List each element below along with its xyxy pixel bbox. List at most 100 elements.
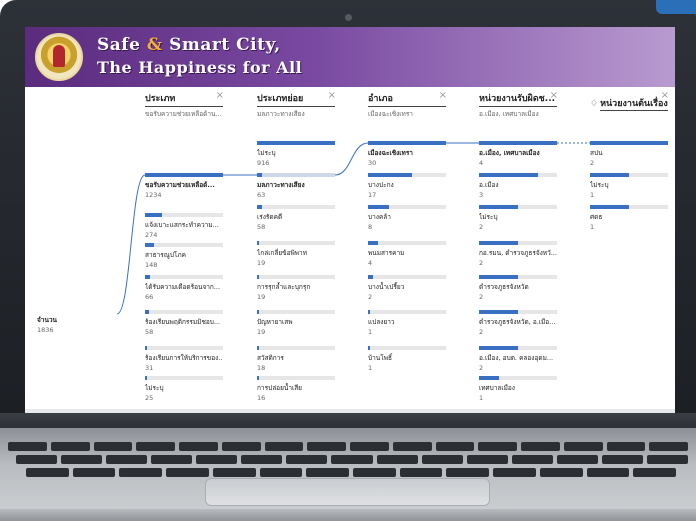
tree-node[interactable]: การรุกล้ำและบุกรุก 19: [257, 275, 335, 301]
bar-track: [257, 173, 335, 177]
bar-track: [257, 346, 335, 350]
bar-track: [368, 205, 446, 209]
tree-node[interactable]: แจ้งเบาะแสกระทำความ... 274: [145, 213, 223, 239]
tree-node[interactable]: บางน้ำเปรี้ยว 2: [368, 275, 446, 301]
column-header-1[interactable]: ประเภทย่อย × มลภาวะทางเสียง: [257, 90, 336, 119]
node-value: 274: [145, 231, 158, 239]
tree-node[interactable]: ไม่ระบุ 25: [145, 376, 223, 402]
bar-fill: [479, 141, 557, 145]
bar-track: [145, 376, 223, 380]
tree-node[interactable]: บางคล้า 8: [368, 205, 446, 231]
node-value: 2: [590, 159, 595, 167]
close-icon[interactable]: ×: [439, 90, 447, 101]
close-icon[interactable]: ×: [550, 90, 558, 101]
tree-node[interactable]: อ.เมือง, อบต. คลองอุดม... 2: [479, 346, 557, 372]
tree-node[interactable]: สาธารณูปโภค 148: [145, 243, 223, 269]
tree-node[interactable]: พนมสารคาม 4: [368, 241, 446, 267]
tree-node[interactable]: บางปะกง 17: [368, 173, 446, 199]
tree-node[interactable]: ปัญหายาเสพ 19: [257, 310, 335, 336]
key-row: [26, 468, 677, 477]
bar-fill: [257, 241, 259, 245]
close-icon[interactable]: ×: [328, 90, 336, 101]
node-label: อ.เมือง: [479, 181, 499, 189]
bar-fill: [479, 310, 518, 314]
node-label: ไม่ระบุ: [145, 384, 164, 392]
node-label: แปลงยาว: [368, 318, 395, 326]
tree-node[interactable]: สวัสดิการ 18: [257, 346, 335, 372]
tree-node[interactable]: ไม่ระบุ 1: [590, 173, 668, 199]
node-label: เร่งรัดคดี: [257, 213, 283, 221]
node-label: แจ้งเบาะแสกระทำความ...: [145, 221, 219, 229]
bar-track: [590, 173, 668, 177]
bar-track: [145, 213, 223, 217]
node-label: มลภาวะทางเสียง: [257, 181, 305, 189]
tree-node[interactable]: ตำรวจภูธรจังหวัด, อ.เมือ... 2: [479, 310, 557, 336]
column-subtitle: เมืองฉะเชิงเทรา: [368, 110, 413, 118]
column-header-2[interactable]: อำเภอ × เมืองฉะเชิงเทรา: [368, 90, 447, 119]
tree-node[interactable]: บ้านโพธิ์ 1: [368, 346, 446, 372]
bar-fill: [368, 173, 412, 177]
bar-track: [590, 205, 668, 209]
node-label: ได้รับความเดือดร้อนจาก...: [145, 283, 221, 291]
province-seal-logo: [35, 33, 83, 81]
tree-node[interactable]: กอ.รมน, ตำรวจภูธรจังหวั... 2: [479, 241, 557, 267]
node-value: 1: [479, 394, 484, 402]
bar-track: [368, 241, 446, 245]
bar-fill: [145, 376, 147, 380]
bar-fill: [590, 141, 668, 145]
tree-root-node[interactable]: จำนวน 1836: [37, 312, 117, 334]
node-value: 19: [257, 328, 266, 336]
bar-track: [479, 376, 557, 380]
tree-node[interactable]: สปน 2: [590, 141, 668, 167]
node-value: 4: [479, 159, 484, 167]
node-label: กอ.รมน, ตำรวจภูธรจังหวั...: [479, 249, 557, 257]
tree-node[interactable]: ขอรับความช่วยเหลือด้... 1234: [145, 173, 223, 199]
bar-track: [479, 173, 557, 177]
tree-node[interactable]: ได้รับความเดือดร้อนจาก... 66: [145, 275, 223, 301]
node-value: 1: [368, 328, 373, 336]
tree-node[interactable]: อ.เมือง, เทศบาลเมือง 4: [479, 141, 557, 167]
node-label: ร้องเรียนพฤติกรรมมิชอบ...: [145, 318, 221, 326]
tree-node[interactable]: ไม่ระบุ 2: [479, 205, 557, 231]
column-header-3[interactable]: หน่วยงานรับผิดช... × อ.เมือง, เทศบาลเมือง: [479, 90, 558, 119]
node-value: 2: [479, 259, 484, 267]
close-icon[interactable]: ×: [216, 90, 224, 101]
column-header-4[interactable]: ♢ หน่วยงานต้นเรื่อง ×: [590, 90, 669, 111]
bar-track: [368, 310, 446, 314]
tree-node[interactable]: เทศบาลเมือง 1: [479, 376, 557, 402]
node-label: การรุกล้ำและบุกรุก: [257, 283, 311, 291]
tree-node[interactable]: ไม่ระบุ 916: [257, 141, 335, 167]
node-value: 148: [145, 261, 158, 269]
bar-fill: [368, 346, 370, 350]
tree-node[interactable]: เมืองฉะเชิงเทรา 30: [368, 141, 446, 167]
tree-node[interactable]: อ.เมือง 3: [479, 173, 557, 199]
node-label: ปัญหายาเสพ: [257, 318, 293, 326]
node-label: ขอรับความช่วยเหลือด้...: [145, 181, 215, 189]
close-icon[interactable]: ×: [661, 90, 669, 101]
bar-fill: [145, 275, 150, 279]
bar-fill: [479, 173, 538, 177]
tree-node[interactable]: ตำรวจภูธรจังหวัด 2: [479, 275, 557, 301]
node-label: ไม่ระบุ: [479, 213, 498, 221]
tree-node[interactable]: ร้องเรียนพฤติกรรมมิชอบ... 58: [145, 310, 223, 336]
tree-node[interactable]: ไกล่เกลี่ยข้อพิพาท 19: [257, 241, 335, 267]
bar-track: [479, 346, 557, 350]
node-label: ร้องเรียนการให้บริการของ...: [145, 354, 223, 362]
tree-node[interactable]: การปล่อยน้ำเสีย 16: [257, 376, 335, 402]
bar-track: [479, 141, 557, 145]
tree-node[interactable]: ร้องเรียนการให้บริการของ... 31: [145, 346, 223, 372]
tree-node[interactable]: มลภาวะทางเสียง 63: [257, 173, 335, 199]
bar-fill: [257, 205, 262, 209]
node-value: 63: [257, 191, 266, 199]
tree-node[interactable]: แปลงยาว 1: [368, 310, 446, 336]
bar-track: [145, 173, 223, 177]
node-value: 1: [590, 223, 595, 231]
column-header-0[interactable]: ประเภท × ขอรับความช่วยเหลือด้าน...: [145, 90, 224, 119]
tree-node[interactable]: ศดธ 1: [590, 205, 668, 231]
bar-track: [257, 141, 335, 145]
bar-fill: [257, 141, 335, 145]
tree-node[interactable]: เร่งรัดคดี 58: [257, 205, 335, 231]
bar-fill: [145, 213, 162, 217]
node-value: 31: [145, 364, 154, 372]
column-title: อำเภอ: [368, 91, 446, 107]
